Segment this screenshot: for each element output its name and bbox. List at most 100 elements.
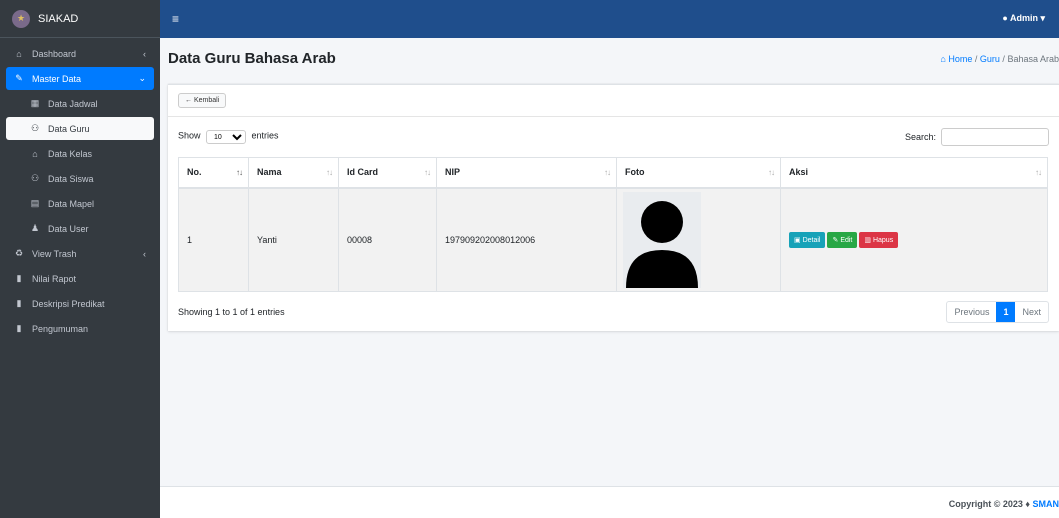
sort-icon: ↑↓ — [604, 168, 611, 177]
home-icon: ⌂ — [16, 48, 22, 59]
sidebar-item-label: Master Data — [32, 73, 82, 84]
sort-icon: ↑↓ — [1035, 168, 1042, 177]
sidebar-item-master-data[interactable]: ✎ Master Data ⌄ — [6, 67, 154, 90]
sidebar-item-data-jadwal[interactable]: ▦ Data Jadwal — [6, 92, 154, 115]
recycle-icon: ♻ — [14, 248, 24, 258]
guru-table: No. ↑↓ Nama ↑↓ Id Card ↑↓ NIP ↑↓ Foto ↑↓ Aksi… — [178, 157, 1048, 292]
column-header-label: Aksi — [789, 167, 809, 178]
breadcrumb: ⌂ Home / Guru / Bahasa Arab — [940, 54, 1059, 64]
brand[interactable]: ★ SIAKAD — [0, 0, 160, 38]
copyright: Copyright © 2023 ♦ SMAN — [949, 499, 1059, 509]
id-card-icon: ▣ — [794, 236, 801, 244]
sidebar-item-label: Pengumuman — [32, 323, 89, 334]
sidebar-item-pengumuman[interactable]: ▮ Pengumuman — [6, 317, 154, 340]
table-row: 1 Yanti 00008 197909202008012006 ▣ Detai… — [178, 187, 1048, 292]
column-header-label: Foto — [625, 167, 645, 178]
sidebar-item-data-mapel[interactable]: ▤ Data Mapel — [6, 192, 154, 215]
hamburger-menu-icon[interactable]: ≡ — [172, 12, 179, 26]
sidebar-item-label: View Trash — [32, 248, 77, 259]
copyright-accent: SMAN — [1032, 499, 1059, 509]
column-header-no[interactable]: No. ↑↓ — [178, 157, 249, 189]
column-header-nip[interactable]: NIP ↑↓ — [436, 157, 617, 189]
sidebar-item-data-guru[interactable]: ⚇ Data Guru — [6, 117, 154, 140]
edit-button-label: Edit — [840, 236, 853, 244]
arrow-left-icon: ← — [185, 97, 192, 104]
back-button-label: Kembali — [193, 97, 220, 104]
data-card: ← Kembali Show 10 entries Search: No. ↑↓… — [168, 84, 1059, 331]
search-input[interactable] — [941, 128, 1049, 146]
entries-select[interactable]: 10 — [206, 130, 247, 144]
sidebar-item-dashboard[interactable]: ⌂ Dashboard ‹ — [6, 42, 154, 65]
sidebar-item-nilai-rapot[interactable]: ▮ Nilai Rapot — [6, 267, 154, 290]
pagination-page[interactable]: 1 — [996, 302, 1016, 322]
pagination: Previous 1 Next — [946, 301, 1049, 323]
card-header: ← Kembali — [168, 85, 1059, 117]
delete-button-label: Hapus — [872, 236, 894, 244]
home-icon: ⌂ — [940, 54, 946, 64]
column-header-id-card[interactable]: Id Card ↑↓ — [338, 157, 437, 189]
column-header-label: NIP — [445, 167, 461, 178]
sidebar-item-label: Nilai Rapot — [32, 273, 77, 284]
sidebar-item-label: Data Guru — [48, 123, 90, 134]
cell-aksi: ▣ Detail ✎ Edit ▥ Hapus — [780, 187, 1048, 292]
breadcrumb-separator: / — [1002, 54, 1005, 64]
clipboard-icon: ▮ — [16, 323, 22, 333]
breadcrumb-current: Bahasa Arab — [1007, 54, 1059, 64]
search-box: Search: — [905, 128, 1049, 146]
sidebar-item-label: Deskripsi Predikat — [32, 298, 105, 309]
card-body: Show 10 entries Search: No. ↑↓ Nama ↑↓ I… — [168, 117, 1059, 332]
edit-icon: ✎ — [15, 73, 23, 83]
sidebar-item-data-siswa[interactable]: ⚇ Data Siswa — [6, 167, 154, 190]
chevron-left-icon: ‹ — [143, 248, 146, 259]
back-button[interactable]: ← Kembali — [178, 93, 227, 108]
edit-button[interactable]: ✎ Edit — [827, 231, 858, 248]
detail-button[interactable]: ▣ Detail — [789, 231, 826, 248]
topbar: ≡ ● Admin ▾ — [160, 0, 1059, 38]
cell-nama: Yanti — [248, 187, 339, 292]
sidebar-item-data-user[interactable]: ♟ Data User — [6, 217, 154, 240]
column-header-nama[interactable]: Nama ↑↓ — [248, 157, 339, 189]
pagination-next[interactable]: Next — [1015, 302, 1048, 322]
table-header-row: No. ↑↓ Nama ↑↓ Id Card ↑↓ NIP ↑↓ Foto ↑↓ Aksi… — [178, 157, 1048, 189]
sidebar-item-label: Dashboard — [32, 48, 77, 59]
column-header-label: Id Card — [347, 167, 379, 178]
brand-name: SIAKAD — [38, 12, 79, 25]
sidebar-item-view-trash[interactable]: ♻ View Trash ‹ — [6, 242, 154, 265]
file-icon: ▮ — [16, 298, 22, 308]
cell-nip: 197909202008012006 — [436, 187, 617, 292]
cell-foto — [616, 187, 781, 292]
caret-down-icon: ▾ — [1040, 13, 1045, 23]
sidebar-item-data-kelas[interactable]: ⌂ Data Kelas — [6, 142, 154, 165]
user-menu[interactable]: ● Admin ▾ — [1002, 13, 1045, 24]
copyright-text: Copyright © 2023 ♦ — [948, 499, 1030, 509]
users-icon: ⚇ — [30, 173, 40, 183]
user-silhouette-icon — [623, 191, 701, 288]
sidebar-item-label: Data Mapel — [48, 198, 95, 209]
book-icon: ▤ — [30, 198, 40, 208]
calendar-icon: ▦ — [30, 98, 40, 108]
sort-icon: ↑↓ — [326, 168, 333, 177]
sidebar-nav: ⌂ Dashboard ‹ ✎ Master Data ⌄ ▦ Data Jad… — [0, 38, 160, 346]
table-controls: Show 10 entries Search: — [178, 117, 1049, 157]
pagination-previous[interactable]: Previous — [947, 302, 996, 322]
entries-label: entries — [251, 130, 279, 141]
column-header-label: Nama — [257, 167, 282, 178]
search-label: Search: — [904, 132, 936, 142]
user-plus-icon: ♟ — [30, 223, 40, 233]
sidebar-item-label: Data Kelas — [48, 148, 93, 159]
sidebar-item-deskripsi-predikat[interactable]: ▮ Deskripsi Predikat — [6, 292, 154, 315]
breadcrumb-home[interactable]: Home — [948, 54, 972, 64]
breadcrumb-guru[interactable]: Guru — [980, 54, 1000, 64]
delete-button[interactable]: ▥ Hapus — [859, 231, 899, 248]
column-header-foto[interactable]: Foto ↑↓ — [616, 157, 781, 189]
table-footer: Showing 1 to 1 of 1 entries Previous 1 N… — [178, 292, 1049, 332]
detail-button-label: Detail — [802, 236, 821, 244]
user-menu-label: Admin — [1009, 13, 1038, 23]
edit-icon: ✎ — [832, 236, 839, 244]
user-photo — [623, 191, 701, 288]
sidebar-item-label: Data Siswa — [48, 173, 94, 184]
column-header-aksi[interactable]: Aksi ↑↓ — [780, 157, 1048, 189]
table-info: Showing 1 to 1 of 1 entries — [178, 307, 285, 317]
file-icon: ▮ — [16, 273, 22, 283]
entries-length: Show 10 entries — [178, 130, 279, 144]
